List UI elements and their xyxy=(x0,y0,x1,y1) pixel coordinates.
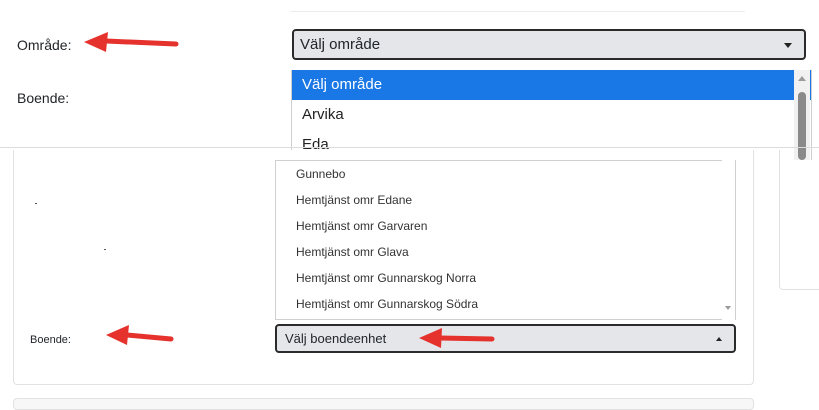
red-arrow-icon xyxy=(84,32,179,52)
omrade-option[interactable]: Välj område xyxy=(292,70,811,100)
side-panel xyxy=(779,150,819,290)
boende-option[interactable]: Hemtjänst omr Gunnarskog Södra xyxy=(276,291,735,317)
boende-option[interactable]: Gunnebo xyxy=(276,161,735,187)
boende-select[interactable]: Välj boendeenhet xyxy=(275,324,736,353)
section-divider xyxy=(0,147,819,148)
red-arrow-icon xyxy=(106,325,174,345)
boende-select-value: Välj boendeenhet xyxy=(285,331,387,346)
caret-up-icon xyxy=(716,337,722,341)
boende-dropdown-list: Gunnebo Hemtjänst omr Edane Hemtjänst om… xyxy=(275,160,736,320)
omrade-select[interactable]: Välj område xyxy=(292,29,806,60)
omrade-select-value: Välj område xyxy=(300,36,381,53)
bottom-panel xyxy=(13,398,754,410)
faint-mark xyxy=(104,249,106,250)
omrade-label: Område: xyxy=(17,37,72,53)
scroll-down-icon[interactable] xyxy=(725,306,731,310)
faint-mark xyxy=(35,203,37,204)
caret-down-icon xyxy=(784,43,792,48)
boende-option[interactable]: Hemtjänst omr Glava xyxy=(276,239,735,265)
top-divider xyxy=(290,11,745,12)
boende-dropdown-scrollbar[interactable] xyxy=(722,160,735,320)
boende-label-top: Boende: xyxy=(17,90,70,106)
boende-label-bottom: Boende: xyxy=(30,334,71,346)
boende-option[interactable]: Hemtjänst omr Garvaren xyxy=(276,213,735,239)
red-arrow-icon xyxy=(419,328,495,348)
scroll-up-icon[interactable] xyxy=(798,76,806,81)
boende-option[interactable]: Hemtjänst omr Gunnarskog Norra xyxy=(276,265,735,291)
boende-option[interactable]: Hemtjänst omr Edane xyxy=(276,187,735,213)
omrade-option[interactable]: Arvika xyxy=(292,100,811,130)
